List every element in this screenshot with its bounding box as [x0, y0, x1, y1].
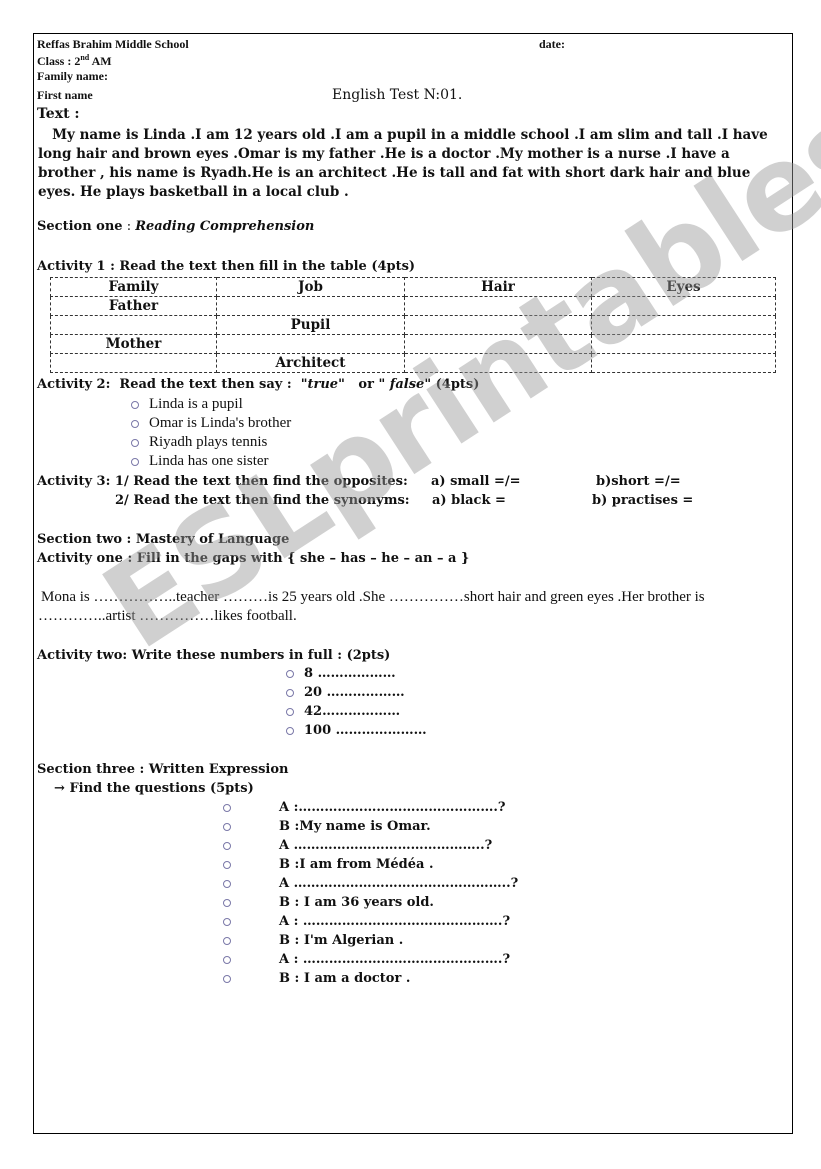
opposite-a: a) small =/= — [431, 474, 521, 489]
table-cell[interactable] — [591, 315, 776, 335]
gap-fill-line1: Mona is ……………..teacher ………is 25 years ol… — [41, 589, 705, 605]
date-label: date: — [539, 37, 565, 51]
number-item: 8 ……………… — [286, 666, 396, 681]
dialogue-line: B : I am 36 years old. — [223, 895, 434, 910]
list-item: Linda is a pupil — [131, 396, 243, 413]
dialogue-line: A …………………………………………..? — [223, 876, 518, 891]
bullet-icon — [286, 726, 294, 735]
header-family: Family — [50, 277, 217, 297]
bullet-icon — [223, 974, 231, 983]
activity-one-instruction: Activity one : Fill in the gaps with { s… — [37, 551, 470, 566]
activity2-instruction: Activity 2: Read the text then say : "tr… — [37, 377, 480, 392]
bullet-icon — [223, 860, 231, 869]
table-cell[interactable] — [404, 296, 592, 316]
table-cell[interactable] — [591, 296, 776, 316]
section-one-title: Section one : Reading Comprehension — [37, 219, 315, 234]
list-item: Omar is Linda's brother — [131, 415, 291, 432]
table-cell: Father — [50, 296, 217, 316]
dialogue-line: B :My name is Omar. — [223, 819, 431, 834]
table-cell[interactable] — [216, 296, 405, 316]
table-cell[interactable] — [404, 334, 592, 354]
list-item: Riyadh plays tennis — [131, 434, 267, 451]
family-table: Family Job Hair Eyes Father Pupil Mother… — [50, 277, 776, 373]
bullet-icon — [286, 707, 294, 716]
table-header-row: Family Job Hair Eyes — [50, 277, 776, 297]
bullet-icon — [131, 457, 139, 466]
table-cell[interactable] — [404, 315, 592, 335]
class-label: Class : 2nd AM — [37, 53, 112, 68]
bullet-icon — [223, 936, 231, 945]
header-eyes: Eyes — [591, 277, 776, 297]
test-title: English Test N:01. — [332, 87, 463, 103]
bullet-icon — [131, 419, 139, 428]
activity3-line1: Activity 3: 1/ Read the text then find t… — [37, 474, 408, 489]
table-row: Father — [50, 296, 776, 316]
table-cell[interactable] — [50, 353, 217, 373]
table-row: Mother — [50, 334, 776, 354]
activity3-line2: 2/ Read the text then find the synonyms: — [115, 493, 410, 508]
bullet-icon — [223, 803, 231, 812]
table-cell: Pupil — [216, 315, 405, 335]
table-cell[interactable] — [50, 315, 217, 335]
arrow-right-icon: → — [54, 781, 65, 796]
section-three-title: Section three : Written Expression — [37, 762, 289, 777]
bullet-icon — [223, 898, 231, 907]
school-name: Reffas Brahim Middle School — [37, 37, 189, 51]
activity1-instruction: Activity 1 : Read the text then fill in … — [37, 259, 416, 274]
number-item: 100 ………………… — [286, 723, 427, 738]
table-cell[interactable] — [404, 353, 592, 373]
find-questions-instruction: → Find the questions (5pts) — [54, 781, 254, 796]
synonym-b: b) practises = — [592, 493, 694, 508]
bullet-icon — [286, 669, 294, 678]
number-item: 42……………… — [286, 704, 400, 719]
table-row: Architect — [50, 353, 776, 373]
text-label: Text : — [37, 106, 80, 122]
bullet-icon — [223, 917, 231, 926]
dialogue-line: A : ……………………………………….? — [223, 914, 510, 929]
table-cell: Architect — [216, 353, 405, 373]
header-job: Job — [216, 277, 405, 297]
first-name-label: First name — [37, 88, 93, 102]
number-item: 20 ……………… — [286, 685, 405, 700]
dialogue-line: B :I am from Médéa . — [223, 857, 434, 872]
table-cell[interactable] — [591, 353, 776, 373]
dialogue-line: A : ……………………………………….? — [223, 952, 510, 967]
bullet-icon — [223, 955, 231, 964]
section-two-title: Section two : Mastery of Language — [37, 532, 290, 547]
bullet-icon — [223, 822, 231, 831]
dialogue-line: A ……………………………………..? — [223, 838, 492, 853]
dialogue-line: B : I am a doctor . — [223, 971, 410, 986]
dialogue-line: A :……………………………………….? — [223, 800, 506, 815]
reading-paragraph: My name is Linda .I am 12 years old .I a… — [38, 127, 773, 200]
opposite-b: b)short =/= — [596, 474, 681, 489]
bullet-icon — [223, 841, 231, 850]
bullet-icon — [131, 400, 139, 409]
table-cell: Mother — [50, 334, 217, 354]
synonym-a: a) black = — [432, 493, 506, 508]
bullet-icon — [286, 688, 294, 697]
dialogue-line: B : I'm Algerian . — [223, 933, 403, 948]
table-cell[interactable] — [216, 334, 405, 354]
activity-two-instruction: Activity two: Write these numbers in ful… — [37, 648, 391, 663]
table-cell[interactable] — [591, 334, 776, 354]
family-name-label: Family name: — [37, 69, 108, 83]
list-item: Linda has one sister — [131, 453, 269, 470]
bullet-icon — [131, 438, 139, 447]
bullet-icon — [223, 879, 231, 888]
header-hair: Hair — [404, 277, 592, 297]
gap-fill-line2: …………..artist ……………likes football. — [38, 608, 297, 624]
table-row: Pupil — [50, 315, 776, 335]
worksheet-page: Reffas Brahim Middle School date: Class … — [33, 33, 793, 1134]
